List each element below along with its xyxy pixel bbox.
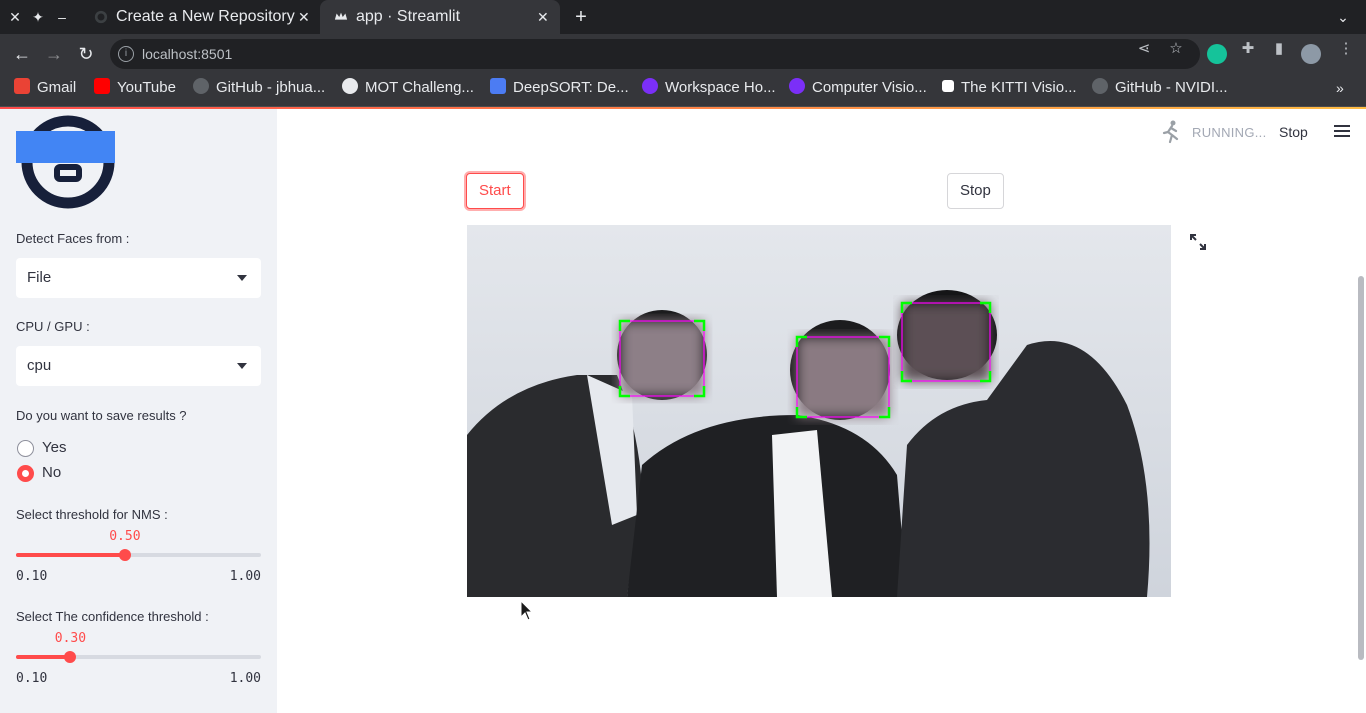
github-icon: [94, 10, 108, 24]
tab-create-repository[interactable]: Create a New Repository ✕: [80, 0, 320, 34]
bookmark-label: Gmail: [37, 79, 77, 96]
sidebar: Detect Faces from : File CPU / GPU : cpu…: [0, 109, 277, 713]
bookmark-label: GitHub - NVIDI...: [1115, 79, 1228, 96]
extensions-puzzle-icon[interactable]: ✚: [1240, 41, 1256, 57]
bookmark-github-jbhua[interactable]: GitHub - jbhua...: [193, 74, 325, 102]
kebab-menu-icon[interactable]: ⋮: [1338, 41, 1354, 57]
hamburger-menu-icon[interactable]: [1334, 125, 1350, 137]
window-close-icon[interactable]: ✕: [7, 9, 23, 25]
tab-close-icon[interactable]: ✕: [537, 0, 549, 34]
logo-blue-bar: [16, 131, 115, 163]
globe-icon: [342, 78, 358, 95]
browser-toolbar: ← → ↻ i localhost:8501 ⋖ ☆ ✚ ▮ ⋮: [0, 34, 1366, 74]
forward-arrow-icon[interactable]: →: [43, 43, 65, 65]
tab-title: app · Streamlit: [356, 8, 461, 25]
slider-thumb[interactable]: [64, 651, 77, 663]
deepsort-icon: [490, 78, 506, 95]
blurred-face: [902, 303, 990, 381]
detect-faces-label: Detect Faces from :: [16, 231, 130, 246]
slider-min-label: 0.10: [16, 569, 48, 584]
running-man-icon: [1162, 120, 1179, 144]
bookmark-label: GitHub - jbhua...: [216, 79, 326, 96]
start-button[interactable]: Start: [466, 173, 524, 209]
share-icon[interactable]: ⋖: [1136, 41, 1152, 57]
save-results-label: Do you want to save results ?: [16, 408, 187, 423]
reload-icon[interactable]: ↻: [75, 43, 97, 65]
tab-search-chevron-down-icon[interactable]: ⌄: [1334, 8, 1352, 26]
back-arrow-icon[interactable]: ←: [11, 43, 33, 65]
tab-close-icon[interactable]: ✕: [298, 0, 310, 34]
running-status: RUNNING...: [1192, 125, 1267, 140]
device-label: CPU / GPU :: [16, 319, 90, 334]
detection-result-image: [467, 225, 1171, 597]
bookmark-label: DeepSORT: De...: [513, 79, 629, 96]
github-icon: [193, 78, 209, 95]
slider-current-value: 0.50: [109, 529, 141, 544]
select-value: cpu: [27, 357, 52, 374]
site-info-icon[interactable]: i: [118, 46, 134, 62]
chevron-down-icon: [237, 275, 247, 281]
radio-circle: [17, 440, 34, 457]
bookmark-label: Computer Visio...: [812, 79, 927, 96]
main-content: RUNNING... Stop Start Stop: [277, 109, 1366, 713]
tab-strip: ✕ ✦ – Create a New Repository ✕ app · St…: [0, 0, 1366, 34]
bookmark-label: Workspace Ho...: [665, 79, 776, 96]
window-maximize-icon[interactable]: ✦: [30, 9, 46, 25]
fullscreen-expand-icon[interactable]: [1189, 233, 1207, 251]
select-value: File: [27, 269, 52, 286]
youtube-icon: [94, 78, 110, 95]
workspace-icon: [642, 78, 658, 95]
bookmark-computer-vision[interactable]: Computer Visio...: [789, 74, 927, 102]
tab-streamlit-app[interactable]: app · Streamlit ✕: [320, 0, 560, 34]
window-minimize-icon[interactable]: –: [54, 9, 70, 25]
kitti-icon: [942, 80, 954, 93]
bookmark-label: MOT Challeng...: [365, 79, 474, 96]
bookmarks-bar: Gmail YouTube GitHub - jbhua... MOT Chal…: [0, 74, 1366, 107]
profile-avatar[interactable]: [1301, 44, 1321, 64]
new-tab-plus-icon[interactable]: +: [570, 6, 592, 28]
bookmark-kitti[interactable]: The KITTI Visio...: [942, 74, 1077, 102]
slider-max-label: 1.00: [229, 569, 261, 584]
radio-circle: [17, 465, 34, 482]
page-scrollbar[interactable]: [1358, 276, 1364, 660]
grammarly-extension-icon[interactable]: [1207, 44, 1227, 64]
radio-label: No: [42, 464, 62, 481]
bookmarks-overflow-icon[interactable]: »: [1336, 80, 1344, 96]
bookmark-label: YouTube: [117, 79, 176, 96]
slider-max-label: 1.00: [229, 671, 261, 686]
github-icon: [1092, 78, 1108, 95]
side-panel-icon[interactable]: ▮: [1271, 41, 1287, 57]
streamlit-crown-icon: [334, 12, 348, 20]
bookmark-deepsort[interactable]: DeepSORT: De...: [490, 74, 629, 102]
chevron-down-icon: [237, 363, 247, 369]
bookmark-star-icon[interactable]: ☆: [1168, 41, 1184, 57]
workspace-icon: [789, 78, 805, 95]
bookmark-workspace-home[interactable]: Workspace Ho...: [642, 74, 776, 102]
nms-threshold-label: Select threshold for NMS :: [16, 507, 168, 522]
confidence-threshold-label: Select The confidence threshold :: [16, 609, 209, 624]
slider-current-value: 0.30: [54, 631, 87, 646]
blurred-face: [620, 321, 704, 396]
url-text[interactable]: localhost:8501: [142, 39, 232, 69]
slider-fill: [16, 655, 71, 659]
header-stop-button[interactable]: Stop: [1279, 124, 1308, 140]
slider-fill: [16, 553, 125, 557]
bookmark-github-nvidia[interactable]: GitHub - NVIDI...: [1092, 74, 1228, 102]
blurred-face: [797, 337, 889, 417]
bookmark-label: The KITTI Visio...: [961, 79, 1077, 96]
bookmark-gmail[interactable]: Gmail: [14, 74, 76, 102]
tab-title: Create a New Repository: [116, 8, 295, 25]
gmail-icon: [14, 78, 30, 95]
slider-thumb[interactable]: [118, 549, 131, 561]
stop-button[interactable]: Stop: [947, 173, 1004, 209]
bookmark-mot-challenge[interactable]: MOT Challeng...: [342, 74, 474, 102]
address-bar[interactable]: i localhost:8501: [110, 39, 1200, 69]
bookmark-youtube[interactable]: YouTube: [94, 74, 176, 102]
device-select[interactable]: cpu: [16, 346, 261, 386]
slider-min-label: 0.10: [16, 671, 48, 686]
mouse-cursor-icon: [520, 600, 534, 621]
detect-faces-select[interactable]: File: [16, 258, 261, 298]
radio-label: Yes: [42, 439, 67, 456]
